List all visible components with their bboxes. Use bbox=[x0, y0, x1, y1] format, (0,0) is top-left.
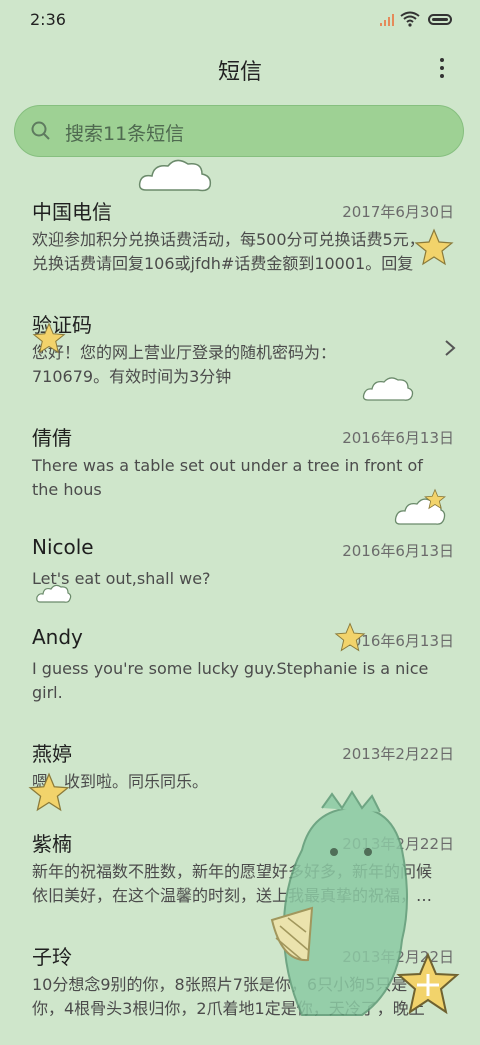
cloud-icon bbox=[138, 159, 212, 192]
list-item[interactable]: Andy 2016年6月13日 I guess you're some luck… bbox=[32, 625, 458, 729]
compose-plus-icon[interactable] bbox=[396, 952, 460, 1016]
message-date: 2013年2月22日 bbox=[342, 745, 454, 763]
star-icon bbox=[334, 622, 366, 652]
star-icon bbox=[414, 228, 454, 266]
sender-name: Andy bbox=[32, 625, 83, 649]
sender-name: 子玲 bbox=[32, 945, 72, 969]
sender-name: 中国电信 bbox=[32, 200, 112, 224]
star-icon bbox=[32, 322, 66, 354]
sender-name: 紫楠 bbox=[32, 832, 72, 856]
message-preview: 您好！您的网上营业厅登录的随机密码为：710679。有效时间为3分钟 bbox=[32, 343, 337, 386]
message-date: 2017年6月30日 bbox=[342, 203, 454, 221]
sender-name: Nicole bbox=[32, 535, 94, 559]
message-preview: I guess you're some lucky guy.Stephanie … bbox=[32, 659, 429, 702]
more-vertical-icon[interactable] bbox=[430, 58, 454, 82]
star-icon bbox=[28, 772, 70, 812]
search-input[interactable]: 搜索11条短信 bbox=[14, 105, 464, 157]
battery-icon bbox=[428, 14, 452, 25]
status-time: 2:36 bbox=[30, 10, 66, 29]
search-placeholder: 搜索11条短信 bbox=[65, 123, 185, 145]
search-icon bbox=[31, 121, 50, 140]
signal-icon bbox=[380, 14, 394, 26]
star-icon bbox=[424, 488, 446, 510]
sender-name: 倩倩 bbox=[32, 426, 72, 450]
message-date: 2016年6月13日 bbox=[342, 429, 454, 447]
message-preview: 欢迎参加积分兑换话费活动，每500分可兑换话费5元，兑换话费请回复106或jfd… bbox=[32, 230, 425, 273]
message-preview: There was a table set out under a tree i… bbox=[32, 456, 423, 499]
sender-name: 燕婷 bbox=[32, 742, 72, 766]
chevron-right-icon bbox=[445, 340, 456, 356]
wifi-icon bbox=[400, 11, 420, 27]
list-item[interactable]: Nicole 2016年6月13日 Let's eat out,shall we… bbox=[32, 535, 458, 639]
message-date: 2016年6月13日 bbox=[342, 542, 454, 560]
list-item[interactable]: 中国电信 2017年6月30日 欢迎参加积分兑换话费活动，每500分可兑换话费5… bbox=[32, 196, 458, 300]
cloud-icon bbox=[36, 584, 72, 603]
cloud-icon bbox=[362, 377, 414, 401]
status-bar: 2:36 bbox=[0, 0, 480, 40]
message-preview: Let's eat out,shall we? bbox=[32, 569, 211, 588]
page-title: 短信 bbox=[217, 60, 262, 85]
